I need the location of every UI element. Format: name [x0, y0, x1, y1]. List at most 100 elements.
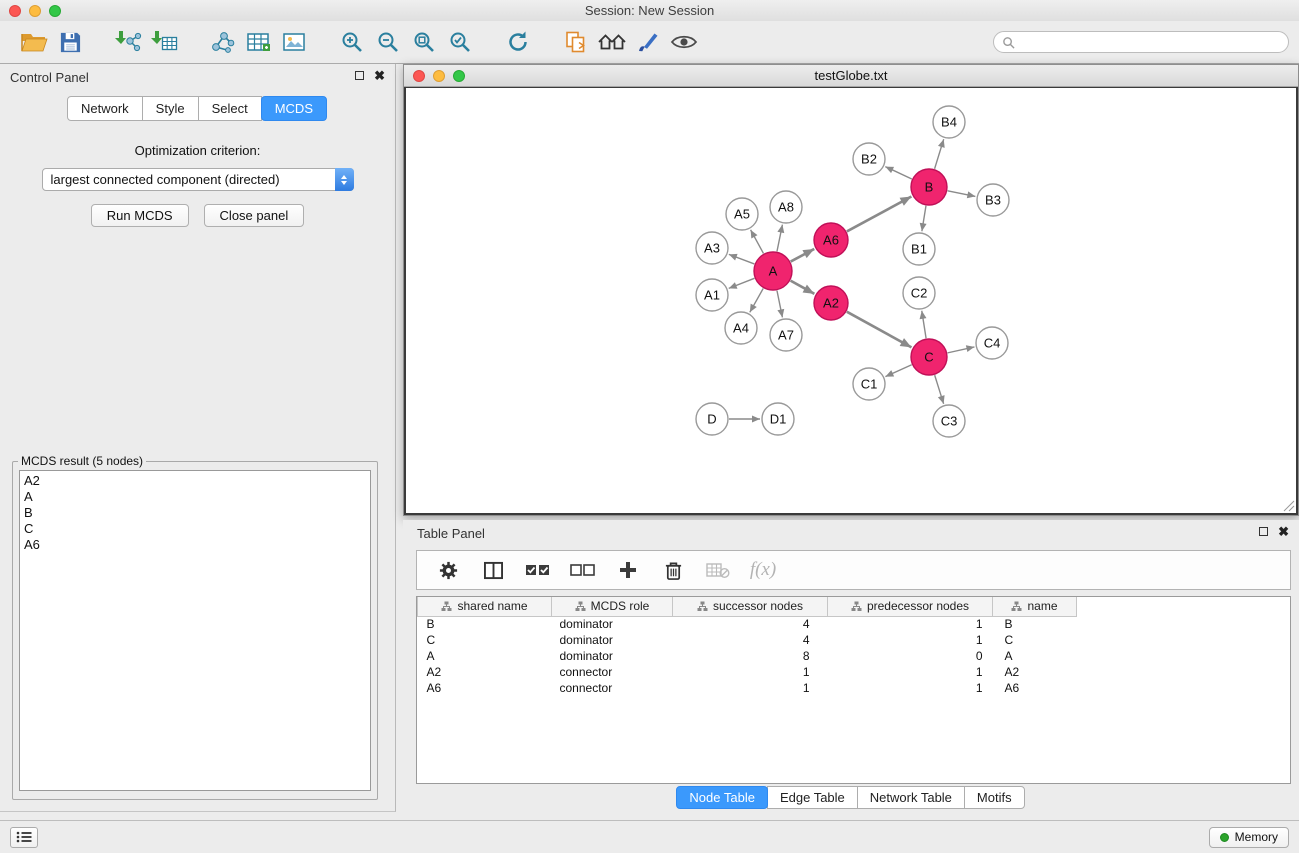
network-close-button[interactable]	[413, 70, 425, 82]
edge-A-A4[interactable]	[750, 288, 763, 312]
resize-grip[interactable]	[1283, 500, 1295, 512]
search-input[interactable]	[1020, 35, 1288, 49]
close-panel-button[interactable]: Close panel	[204, 204, 305, 227]
edge-B-B4[interactable]	[935, 139, 944, 169]
table-row[interactable]: Cdominator41C	[418, 632, 1291, 648]
tab-select[interactable]: Select	[198, 96, 262, 121]
export-image-button[interactable]	[276, 24, 312, 60]
edge-A2-C[interactable]	[847, 312, 912, 348]
table-cell[interactable]: 1	[828, 632, 993, 648]
zoom-selected-button[interactable]	[442, 24, 478, 60]
edge-C-C1[interactable]	[885, 365, 911, 377]
table-cell[interactable]: C	[418, 632, 552, 648]
table-cell[interactable]: dominator	[552, 648, 673, 664]
edge-C-C4[interactable]	[948, 347, 975, 353]
show-hide-button[interactable]	[666, 24, 702, 60]
window-close-button[interactable]	[9, 5, 21, 17]
table-row[interactable]: Bdominator41B	[418, 616, 1291, 632]
tab-mcds[interactable]: MCDS	[261, 96, 327, 121]
table-row[interactable]: A2connector11A2	[418, 664, 1291, 680]
edge-A-A3[interactable]	[729, 254, 754, 264]
memory-button[interactable]: Memory	[1209, 827, 1289, 848]
import-table-button[interactable]	[146, 24, 182, 60]
delete-table-button[interactable]	[704, 556, 732, 584]
tab-network[interactable]: Network	[67, 96, 143, 121]
edge-B-B1[interactable]	[922, 206, 926, 231]
table-cell[interactable]: A6	[418, 680, 552, 696]
edge-B-B2[interactable]	[885, 167, 911, 179]
function-builder-button[interactable]: f(x)	[749, 556, 777, 584]
create-column-button[interactable]	[614, 556, 642, 584]
edge-A-A6[interactable]	[791, 249, 815, 262]
show-columns-button[interactable]	[479, 556, 507, 584]
export-table-button[interactable]	[240, 24, 276, 60]
export-network-button[interactable]	[204, 24, 240, 60]
copy-document-button[interactable]	[558, 24, 594, 60]
home-button[interactable]	[594, 24, 630, 60]
table-cell[interactable]: 1	[828, 680, 993, 696]
table-cell[interactable]: 0	[828, 648, 993, 664]
import-network-button[interactable]	[110, 24, 146, 60]
table-cell[interactable]: 4	[673, 616, 828, 632]
tab-style[interactable]: Style	[142, 96, 199, 121]
window-minimize-button[interactable]	[29, 5, 41, 17]
table-row[interactable]: Adominator80A	[418, 648, 1291, 664]
zoom-out-button[interactable]	[370, 24, 406, 60]
task-history-button[interactable]	[10, 827, 38, 848]
column-header-name[interactable]: name	[993, 597, 1077, 616]
table-settings-button[interactable]	[434, 556, 462, 584]
save-session-button[interactable]	[52, 24, 88, 60]
table-cell[interactable]: A6	[993, 680, 1077, 696]
table-cell[interactable]: B	[993, 616, 1077, 632]
edge-A-A2[interactable]	[791, 281, 815, 294]
result-item[interactable]: B	[24, 505, 366, 521]
edge-A-A8[interactable]	[777, 225, 782, 252]
table-cell[interactable]: dominator	[552, 632, 673, 648]
table-cell[interactable]: A2	[418, 664, 552, 680]
float-panel-icon[interactable]	[355, 71, 364, 80]
table-cell[interactable]: B	[418, 616, 552, 632]
edge-B-B3[interactable]	[948, 191, 976, 197]
result-item[interactable]: A2	[24, 473, 366, 489]
tab-motifs[interactable]: Motifs	[964, 786, 1025, 809]
tab-edge-table[interactable]: Edge Table	[767, 786, 858, 809]
edge-A-A5[interactable]	[751, 230, 764, 254]
edge-C-C3[interactable]	[935, 375, 944, 404]
close-panel-icon[interactable]: ✖	[374, 70, 385, 81]
edge-A-A1[interactable]	[729, 278, 755, 288]
table-cell[interactable]: A2	[993, 664, 1077, 680]
table-cell[interactable]: 1	[673, 680, 828, 696]
table-cell[interactable]: C	[993, 632, 1077, 648]
run-mcds-button[interactable]: Run MCDS	[91, 204, 189, 227]
style-button[interactable]	[630, 24, 666, 60]
network-minimize-button[interactable]	[433, 70, 445, 82]
table-cell[interactable]: dominator	[552, 616, 673, 632]
table-cell[interactable]: A	[418, 648, 552, 664]
edge-A6-B[interactable]	[847, 197, 912, 232]
open-session-button[interactable]	[16, 24, 52, 60]
column-header-mcds-role[interactable]: MCDS role	[552, 597, 673, 616]
table-cell[interactable]: connector	[552, 680, 673, 696]
select-all-columns-button[interactable]	[524, 556, 552, 584]
network-canvas[interactable]: AA1A2A3A4A5A6A7A8BB1B2B3B4CC1C2C3C4DD1	[404, 87, 1298, 515]
tab-node-table[interactable]: Node Table	[676, 786, 768, 809]
column-header-shared-name[interactable]: shared name	[418, 597, 552, 616]
table-cell[interactable]: 8	[673, 648, 828, 664]
result-item[interactable]: A6	[24, 537, 366, 553]
table-cell[interactable]: A	[993, 648, 1077, 664]
float-table-panel-icon[interactable]	[1259, 527, 1268, 536]
tab-network-table[interactable]: Network Table	[857, 786, 965, 809]
optimization-dropdown[interactable]: largest connected component (directed)	[42, 168, 354, 191]
table-cell[interactable]: connector	[552, 664, 673, 680]
table-cell[interactable]: 1	[828, 664, 993, 680]
table-row[interactable]: A6connector11A6	[418, 680, 1291, 696]
mcds-result-list[interactable]: A2ABCA6	[19, 470, 371, 791]
table-cell[interactable]: 1	[828, 616, 993, 632]
window-zoom-button[interactable]	[49, 5, 61, 17]
column-header-successor-nodes[interactable]: successor nodes	[673, 597, 828, 616]
zoom-in-button[interactable]	[334, 24, 370, 60]
edge-A-A7[interactable]	[777, 291, 782, 318]
network-window-titlebar[interactable]: testGlobe.txt	[404, 65, 1298, 87]
delete-column-button[interactable]	[659, 556, 687, 584]
result-item[interactable]: A	[24, 489, 366, 505]
